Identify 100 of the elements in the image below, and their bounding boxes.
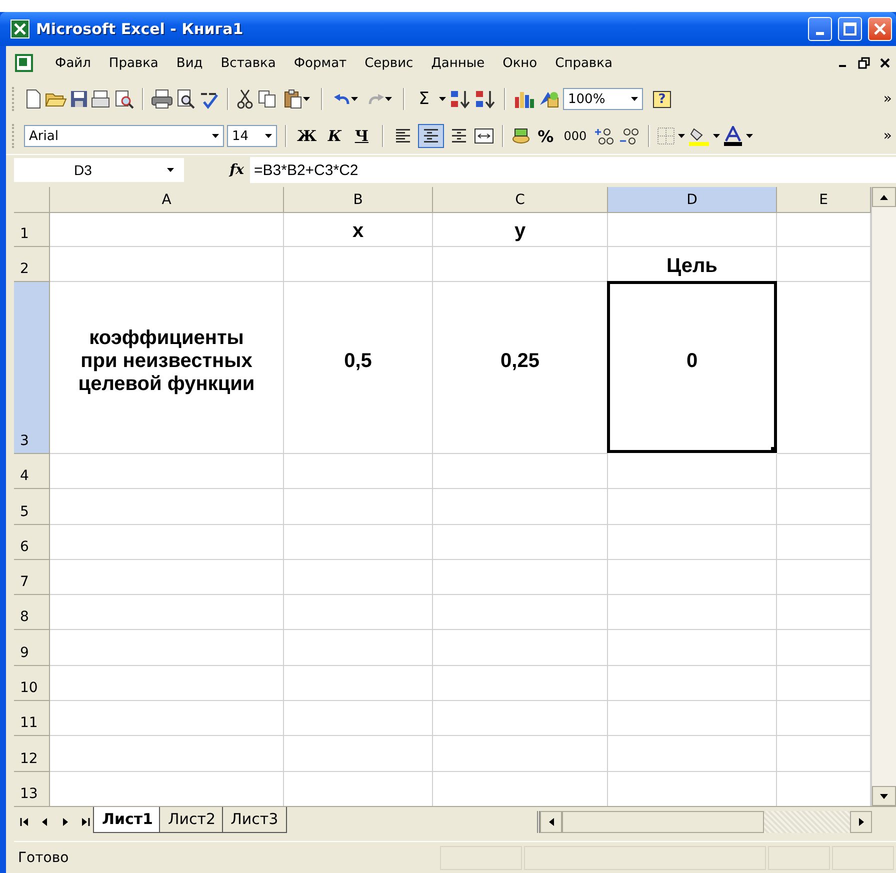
row-header[interactable]: 10 xyxy=(14,666,50,702)
table-cell[interactable] xyxy=(284,247,433,282)
table-cell[interactable] xyxy=(433,666,608,702)
menu-item[interactable]: Окно xyxy=(496,52,544,74)
table-cell[interactable] xyxy=(433,595,608,630)
increase-decimal-icon[interactable] xyxy=(592,127,615,145)
caret-icon[interactable] xyxy=(712,134,720,138)
caret-icon[interactable] xyxy=(351,97,358,101)
table-cell[interactable] xyxy=(608,213,777,247)
maximize-button[interactable] xyxy=(838,17,862,41)
table-cell[interactable] xyxy=(433,560,608,596)
row-header[interactable]: 7 xyxy=(14,560,50,596)
row-header[interactable]: 6 xyxy=(14,524,50,560)
table-cell[interactable] xyxy=(50,666,284,702)
row-header[interactable]: 8 xyxy=(14,595,50,630)
sort-descending-icon[interactable] xyxy=(474,89,496,109)
font-dropdown[interactable]: Arial xyxy=(24,125,224,147)
next-sheet-icon[interactable] xyxy=(60,817,70,827)
table-cell[interactable] xyxy=(284,701,433,736)
previous-sheet-icon[interactable] xyxy=(40,817,50,827)
row-header[interactable]: 2 xyxy=(14,247,50,282)
caret-icon[interactable] xyxy=(303,97,310,101)
table-cell[interactable] xyxy=(608,524,777,560)
sheet-tab[interactable]: Лист2 xyxy=(159,807,225,833)
table-cell[interactable] xyxy=(284,630,433,666)
toolbar-options-button[interactable]: » xyxy=(883,129,892,143)
menu-item[interactable]: Сервис xyxy=(358,52,420,74)
font-size-dropdown[interactable]: 14 xyxy=(227,125,277,147)
scissors-icon[interactable] xyxy=(236,89,254,109)
table-cell[interactable] xyxy=(50,701,284,736)
caret-icon[interactable] xyxy=(746,134,753,138)
column-header[interactable]: B xyxy=(284,187,433,213)
caret-icon[interactable] xyxy=(678,134,685,138)
table-cell[interactable] xyxy=(50,524,284,560)
copy-icon[interactable] xyxy=(257,89,277,109)
bar-chart-icon[interactable] xyxy=(513,89,535,109)
table-cell[interactable] xyxy=(284,489,433,525)
table-cell[interactable]: коэффициенты при неизвестных целевой функции xyxy=(50,282,284,454)
column-header[interactable]: D xyxy=(608,187,777,213)
caret-icon[interactable] xyxy=(167,168,174,172)
thousands-separator-button[interactable]: 000 xyxy=(560,124,590,148)
last-sheet-icon[interactable] xyxy=(80,817,90,827)
restore-icon[interactable] xyxy=(858,57,870,69)
row-header[interactable]: 9 xyxy=(14,630,50,666)
menu-item[interactable]: Данные xyxy=(424,52,492,74)
table-cell[interactable] xyxy=(608,595,777,630)
row-header[interactable]: 3 xyxy=(14,282,50,454)
menu-item[interactable]: Правка xyxy=(102,52,166,74)
bold-button[interactable]: Ж xyxy=(294,124,320,148)
table-cell[interactable] xyxy=(433,489,608,525)
caret-icon[interactable] xyxy=(630,97,638,101)
table-cell[interactable] xyxy=(608,454,777,490)
undo-icon[interactable] xyxy=(333,92,351,106)
table-cell[interactable] xyxy=(608,736,777,772)
column-header[interactable]: C xyxy=(433,187,608,213)
align-center-button[interactable] xyxy=(418,124,444,148)
scroll-up-button[interactable] xyxy=(872,187,896,207)
print-preview-icon[interactable] xyxy=(176,89,196,109)
table-cell[interactable] xyxy=(608,630,777,666)
row-header[interactable]: 12 xyxy=(14,736,50,772)
column-header[interactable]: A xyxy=(50,187,284,213)
row-header[interactable]: 11 xyxy=(14,701,50,736)
table-cell[interactable]: Цель xyxy=(608,247,777,282)
table-cell[interactable] xyxy=(284,454,433,490)
close-icon[interactable] xyxy=(880,58,890,68)
sheet-tab[interactable]: Лист3 xyxy=(222,807,288,833)
scrollbar-thumb[interactable] xyxy=(562,811,764,833)
table-cell[interactable]: y xyxy=(433,213,608,247)
table-cell[interactable] xyxy=(50,630,284,666)
close-button[interactable] xyxy=(868,17,892,41)
italic-button[interactable]: К xyxy=(322,124,347,148)
search-document-icon[interactable] xyxy=(114,89,134,109)
paste-icon[interactable] xyxy=(283,89,303,109)
scroll-down-button[interactable] xyxy=(872,786,896,806)
row-header[interactable]: 1 xyxy=(14,213,50,247)
decrease-decimal-icon[interactable] xyxy=(618,127,640,145)
menu-item[interactable]: Вставка xyxy=(214,52,283,74)
name-box[interactable]: D3 xyxy=(14,158,184,182)
table-cell[interactable] xyxy=(284,560,433,596)
table-cell[interactable] xyxy=(50,489,284,525)
printer-icon[interactable] xyxy=(151,89,173,109)
sort-ascending-icon[interactable] xyxy=(449,89,471,109)
table-cell[interactable] xyxy=(50,560,284,596)
table-cell[interactable] xyxy=(50,213,284,247)
table-cell[interactable] xyxy=(433,630,608,666)
drawing-tools-icon[interactable] xyxy=(538,89,560,109)
table-cell[interactable]: x xyxy=(284,213,433,247)
insert-function-button[interactable]: fx xyxy=(184,162,250,178)
underline-button[interactable]: Ч xyxy=(350,124,374,148)
sheet-tab[interactable]: Лист1 xyxy=(93,807,162,833)
table-cell[interactable] xyxy=(284,736,433,772)
table-cell[interactable] xyxy=(608,489,777,525)
table-cell[interactable] xyxy=(608,701,777,736)
table-cell[interactable]: 0,5 xyxy=(284,282,433,454)
table-cell[interactable] xyxy=(284,524,433,560)
table-cell[interactable]: 0,25 xyxy=(433,282,608,454)
table-cell[interactable] xyxy=(608,666,777,702)
scroll-left-button[interactable] xyxy=(540,811,562,833)
table-cell[interactable] xyxy=(284,595,433,630)
first-sheet-icon[interactable] xyxy=(20,817,30,827)
